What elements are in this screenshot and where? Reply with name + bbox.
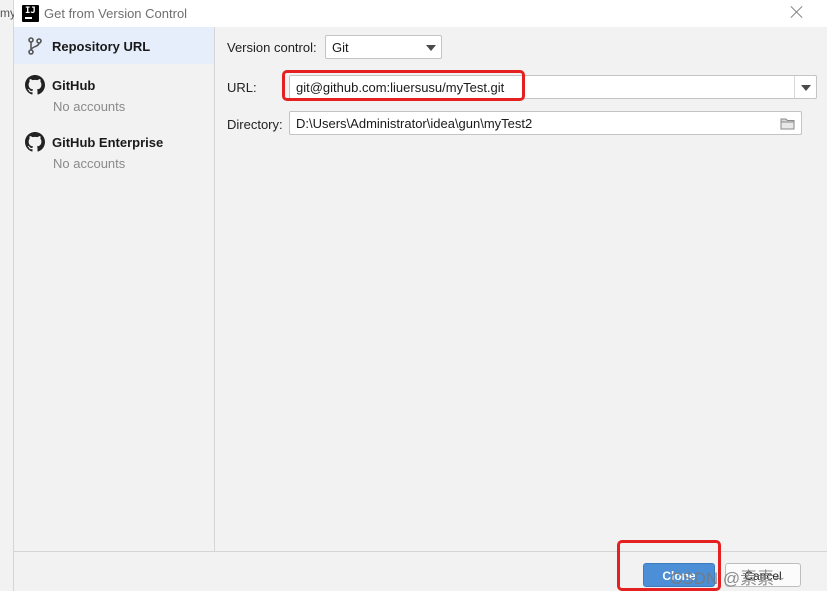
version-control-label: Version control:	[227, 40, 317, 55]
branch-icon	[28, 37, 42, 55]
directory-value: D:\Users\Administrator\idea\gun\myTest2	[296, 116, 533, 131]
sidebar-item-github-enterprise[interactable]: GitHub Enterprise No accounts	[14, 124, 214, 176]
folder-icon[interactable]	[780, 117, 796, 130]
sidebar-item-label: GitHub	[52, 78, 96, 93]
directory-label: Directory:	[227, 117, 283, 132]
url-label: URL:	[227, 80, 257, 95]
github-icon	[25, 132, 45, 152]
title-bar: IJ Get from Version Control	[14, 0, 827, 27]
background-window-edge: my	[0, 0, 16, 591]
close-icon[interactable]	[789, 4, 805, 20]
get-from-vcs-dialog: IJ Get from Version Control Repository U…	[14, 0, 827, 591]
sidebar-item-label: Repository URL	[52, 39, 151, 54]
github-icon	[25, 75, 45, 95]
version-control-select[interactable]: Git	[325, 35, 442, 59]
version-control-value: Git	[332, 40, 349, 55]
main-panel: Version control: Git URL: git@github.com…	[215, 27, 827, 551]
sidebar-item-label: GitHub Enterprise	[52, 135, 164, 150]
sidebar-item-sublabel: No accounts	[53, 156, 126, 171]
intellij-icon: IJ	[22, 5, 39, 22]
url-value: git@github.com:liuersusu/myTest.git	[296, 80, 505, 95]
chevron-down-icon	[426, 45, 436, 51]
directory-input[interactable]: D:\Users\Administrator\idea\gun\myTest2	[289, 111, 802, 135]
dialog-title: Get from Version Control	[44, 6, 188, 21]
sidebar-item-github[interactable]: GitHub No accounts	[14, 67, 214, 119]
sidebar-item-sublabel: No accounts	[53, 99, 126, 114]
csdn-watermark: CSDN @素素~	[670, 569, 785, 588]
button-bar: Clone Cancel CSDN @素素~	[14, 551, 827, 591]
combo-divider	[794, 76, 795, 98]
chevron-down-icon[interactable]	[801, 85, 811, 91]
sidebar: Repository URL GitHub No accounts GitHub…	[14, 27, 215, 551]
url-combo-input[interactable]: git@github.com:liuersusu/myTest.git	[289, 75, 817, 99]
sidebar-item-repository-url[interactable]: Repository URL	[14, 27, 214, 64]
